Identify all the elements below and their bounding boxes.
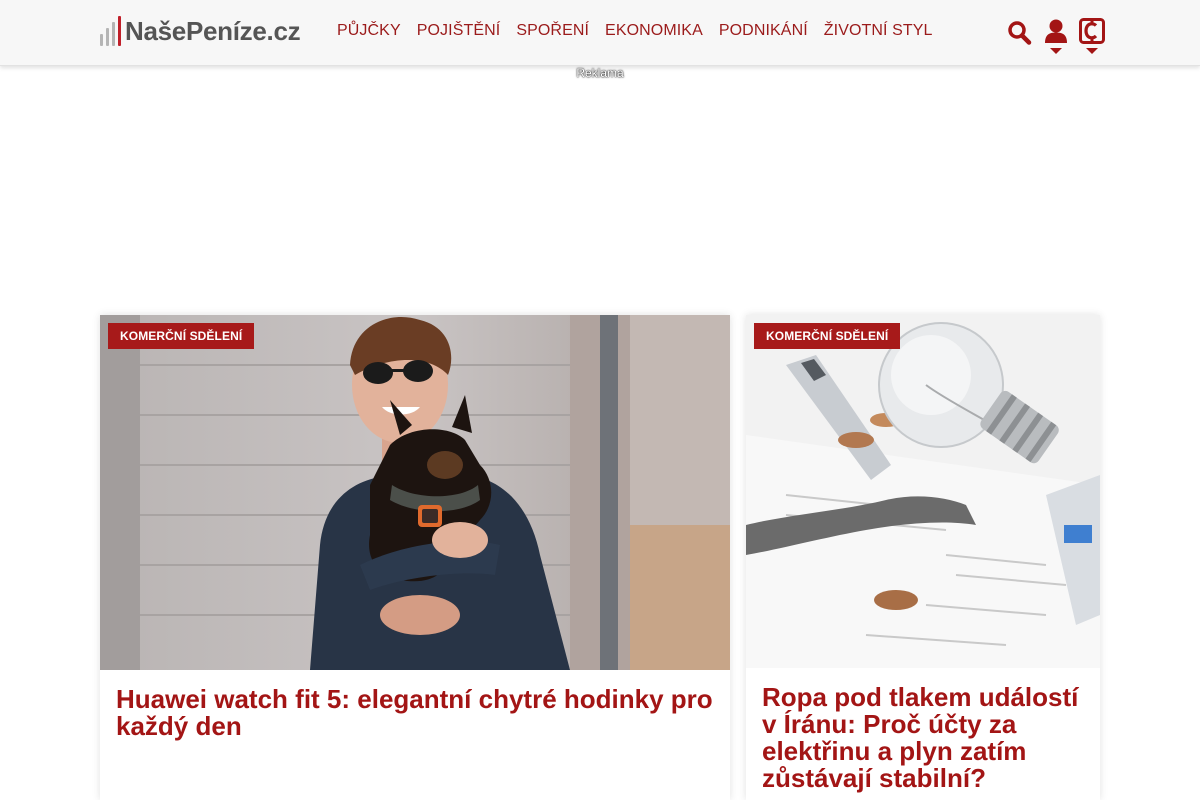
- article-title[interactable]: Huawei watch fit 5: elegantní chytré hod…: [100, 670, 730, 740]
- article-card[interactable]: KOMERČNÍ SDĚLENÍ: [100, 315, 730, 800]
- logo-text: NašePeníze.cz: [125, 16, 301, 46]
- brand-c-icon: [1079, 18, 1105, 44]
- user-menu-button[interactable]: [1042, 18, 1070, 60]
- nav-item-pojisteni[interactable]: POJIŠTĚNÍ: [417, 20, 501, 42]
- photo-lightbulb-coins: [746, 315, 1100, 668]
- search-icon: [1008, 21, 1032, 45]
- header-tools: [1006, 18, 1106, 60]
- ad-label: Reklama: [576, 66, 624, 80]
- logo-bars-icon: [100, 16, 121, 46]
- article-image[interactable]: KOMERČNÍ SDĚLENÍ: [746, 315, 1100, 668]
- commercial-badge: KOMERČNÍ SDĚLENÍ: [108, 323, 255, 349]
- article-card[interactable]: KOMERČNÍ SDĚLENÍ: [746, 315, 1100, 800]
- site-header: NašePeníze.cz PŮJČKY POJIŠTĚNÍ SPOŘENÍ E…: [0, 0, 1200, 66]
- chevron-down-icon: [1086, 48, 1098, 54]
- main-nav: PŮJČKY POJIŠTĚNÍ SPOŘENÍ EKONOMIKA PODNI…: [337, 20, 933, 42]
- ad-slot: [100, 82, 1100, 302]
- article-title[interactable]: Ropa pod tlakem událostí v Íránu: Proč ú…: [746, 668, 1100, 792]
- nav-item-pujcky[interactable]: PŮJČKY: [337, 20, 401, 42]
- nav-item-podnikani[interactable]: PODNIKÁNÍ: [719, 20, 808, 42]
- chevron-down-icon: [1050, 48, 1062, 54]
- nav-item-ekonomika[interactable]: EKONOMIKA: [605, 20, 703, 42]
- user-icon: [1045, 19, 1067, 43]
- brand-menu-button[interactable]: [1078, 18, 1106, 60]
- search-button[interactable]: [1006, 18, 1034, 60]
- commercial-badge: KOMERČNÍ SDĚLENÍ: [754, 323, 901, 349]
- nav-item-zivotni-styl[interactable]: ŽIVOTNÍ STYL: [824, 20, 933, 42]
- nav-item-sporeni[interactable]: SPOŘENÍ: [516, 20, 589, 42]
- article-image[interactable]: KOMERČNÍ SDĚLENÍ: [100, 315, 730, 670]
- site-logo[interactable]: NašePeníze.cz: [100, 14, 301, 46]
- photo-man-with-dog: [100, 315, 730, 670]
